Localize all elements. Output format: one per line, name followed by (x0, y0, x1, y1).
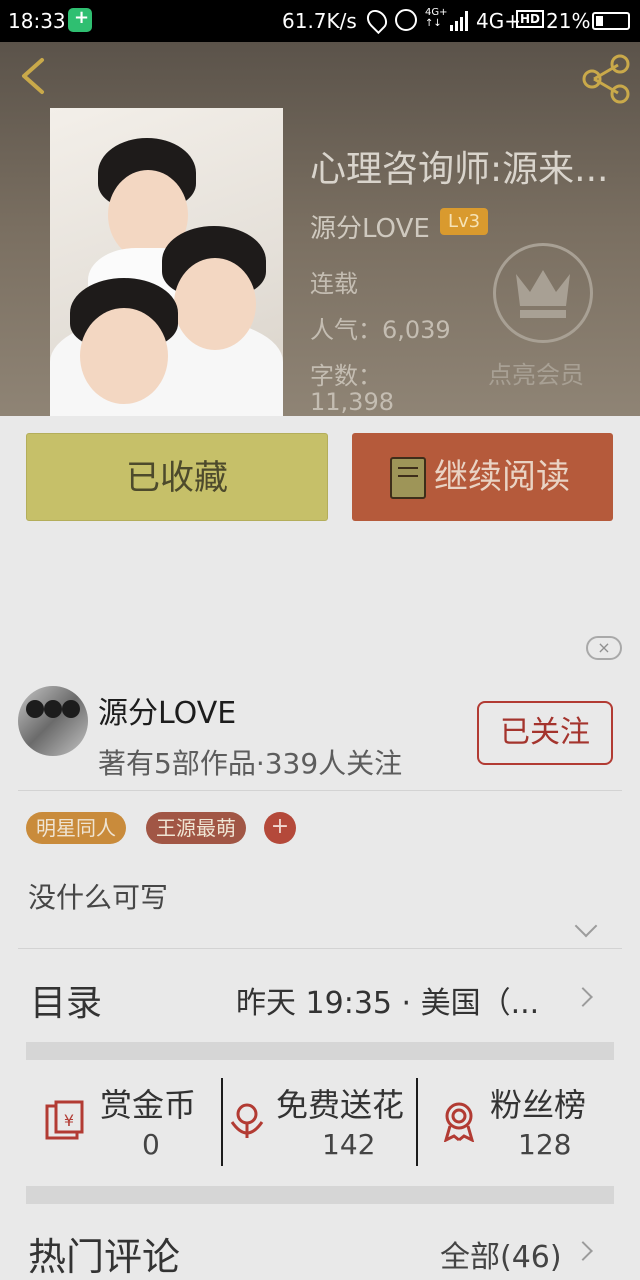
expand-chevron-icon[interactable] (574, 914, 598, 938)
author-summary: 著有5部作品·339人关注 (98, 747, 403, 780)
network-type: 4G+ (476, 9, 521, 33)
stat-free-flowers[interactable]: 免费送花 142 (276, 1080, 416, 1166)
continue-reading-button[interactable]: 继续阅读 (352, 433, 613, 521)
book-title: 心理咨询师:源来... (310, 149, 609, 190)
author-name[interactable]: 源分LOVE (98, 688, 236, 732)
book-word-count-label: 字数： (310, 362, 382, 390)
battery-icon (592, 12, 630, 30)
stat-value: 0 (142, 1128, 160, 1161)
section-separator (26, 1186, 614, 1204)
signal-strength-icon (450, 11, 472, 31)
all-comments-link[interactable]: 全部(46) (440, 1232, 562, 1276)
alarm-icon (395, 9, 417, 31)
stat-label: 粉丝榜 (490, 1086, 587, 1124)
add-tag-button[interactable]: + (264, 812, 296, 844)
author-level-badge: Lv3 (440, 208, 489, 235)
medal-icon[interactable] (438, 1100, 480, 1142)
catalog-label[interactable]: 目录 (30, 974, 102, 1026)
stat-divider (416, 1078, 418, 1166)
share-icon[interactable] (580, 54, 632, 104)
status-time: 18:33 (8, 9, 66, 33)
comments-chevron-icon[interactable] (573, 1241, 593, 1261)
location-icon (362, 5, 392, 35)
svg-text:¥: ¥ (64, 1111, 74, 1130)
divider (18, 948, 622, 949)
author-avatar[interactable] (18, 686, 88, 756)
book-popularity: 人气：6,039 (310, 316, 451, 344)
book-word-count: 11,398 (310, 388, 394, 416)
status-bar: 18:33 61.7K/s 4G+ ↑↓ 4G+ HD 21% (0, 0, 640, 42)
stat-label: 免费送花 (276, 1086, 405, 1124)
book-description: 没什么可写 (28, 881, 169, 914)
security-shield-icon (68, 7, 92, 32)
hd-voice-icon: HD (516, 10, 545, 28)
catalog-latest[interactable]: 昨天 19:35 · 美国（... (236, 978, 566, 1022)
section-separator (26, 1042, 614, 1060)
hot-comments-title: 热门评论 (28, 1235, 181, 1279)
stat-value: 128 (518, 1128, 572, 1161)
stat-value: 142 (322, 1128, 376, 1161)
network-type-small: 4G+ ↑↓ (425, 7, 448, 29)
following-button[interactable]: 已关注 (477, 701, 613, 765)
vip-label[interactable]: 点亮会员 (488, 355, 584, 390)
catalog-chevron-icon[interactable] (573, 987, 593, 1007)
book-header: 心理咨询师:源来... 源分LOVE Lv3 连载 人气：6,039 字数： 1… (0, 42, 640, 416)
book-author[interactable]: 源分LOVE (310, 208, 430, 245)
coin-envelope-icon[interactable]: ¥ (44, 1100, 86, 1142)
tag-wangyuan[interactable]: 王源最萌 (146, 812, 246, 844)
network-speed: 61.7K/s (282, 9, 357, 33)
flower-icon[interactable] (226, 1100, 268, 1142)
book-icon (390, 457, 426, 499)
divider (18, 790, 622, 791)
vip-crown-icon[interactable] (493, 243, 593, 343)
stat-reward-coins[interactable]: 赏金币 0 (100, 1080, 210, 1166)
collected-button[interactable]: 已收藏 (26, 433, 328, 521)
stat-fan-ranking[interactable]: 粉丝榜 128 (490, 1080, 610, 1166)
battery-percent: 21% (546, 9, 591, 33)
book-status: 连载 (310, 270, 358, 298)
tag-star-fanfic[interactable]: 明星同人 (26, 812, 126, 844)
close-icon[interactable]: × (586, 636, 622, 660)
book-cover-image[interactable] (50, 108, 283, 416)
stat-divider (221, 1078, 223, 1166)
continue-reading-label: 继续阅读 (434, 457, 570, 497)
back-arrow-icon[interactable] (16, 56, 50, 96)
stat-label: 赏金币 (100, 1086, 197, 1124)
